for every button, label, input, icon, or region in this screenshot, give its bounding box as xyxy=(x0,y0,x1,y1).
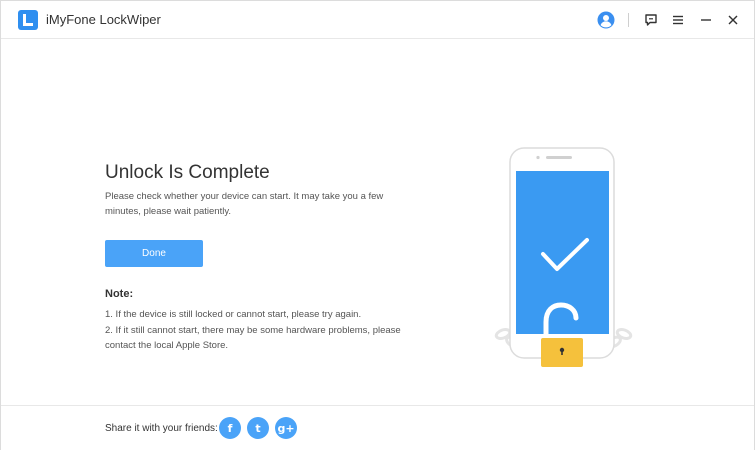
google-plus-icon[interactable]: g+ xyxy=(275,417,297,439)
note-list: 1. If the device is still locked or cann… xyxy=(105,307,415,354)
done-button[interactable]: Done xyxy=(105,240,203,267)
app-window: iMyFone LockWiper Unlock Is Complete Ple… xyxy=(0,0,755,450)
note-title: Note: xyxy=(105,288,134,300)
toolbar-divider xyxy=(628,13,629,27)
facebook-icon[interactable]: f xyxy=(219,417,241,439)
share-label: Share it with your friends: xyxy=(105,423,218,434)
unlocked-phone-illustration xyxy=(491,144,636,369)
page-title: Unlock Is Complete xyxy=(105,162,270,183)
user-icon[interactable] xyxy=(596,10,616,30)
app-title: iMyFone LockWiper xyxy=(46,12,161,27)
menu-icon[interactable] xyxy=(668,10,688,30)
note-item: 1. If the device is still locked or cann… xyxy=(105,309,362,320)
minimize-icon[interactable] xyxy=(696,10,716,30)
twitter-icon[interactable]: t xyxy=(247,417,269,439)
title-bar: iMyFone LockWiper xyxy=(1,1,754,39)
phone-icon xyxy=(509,147,615,359)
footer: Share it with your friends: f t g+ xyxy=(1,405,754,450)
feedback-icon[interactable] xyxy=(641,10,661,30)
close-icon[interactable] xyxy=(723,10,743,30)
app-logo-icon xyxy=(18,10,38,30)
note-item: 2. If it still cannot start, there may b… xyxy=(105,325,401,351)
description-text: Please check whether your device can sta… xyxy=(105,191,384,217)
